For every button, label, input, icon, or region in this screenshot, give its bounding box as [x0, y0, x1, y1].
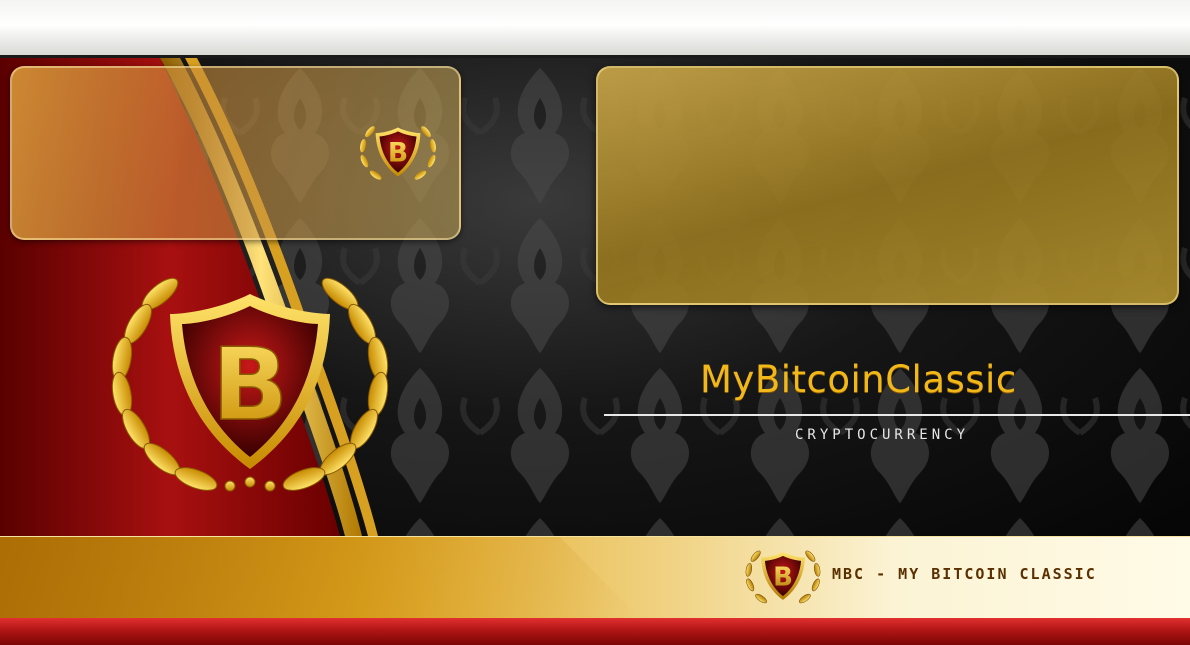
large-emblem-letter: B [212, 326, 288, 443]
small-emblem-letter: B [388, 138, 408, 169]
bottom-red-band [0, 618, 1190, 645]
footer-emblem-icon: B [745, 550, 821, 604]
top-bar [0, 0, 1190, 58]
right-text-panel [596, 66, 1179, 305]
brand-subtitle: CRYPTOCURRENCY [795, 427, 970, 443]
brand-divider [604, 414, 1190, 416]
large-emblem-icon: B [111, 277, 389, 492]
footer-brand-label: MBC - MY BITCOIN CLASSIC [832, 565, 1097, 583]
footer-emblem-letter: B [773, 562, 793, 592]
brand-title: MyBitcoinClassic [700, 358, 1017, 401]
small-emblem-icon: B [360, 126, 436, 180]
